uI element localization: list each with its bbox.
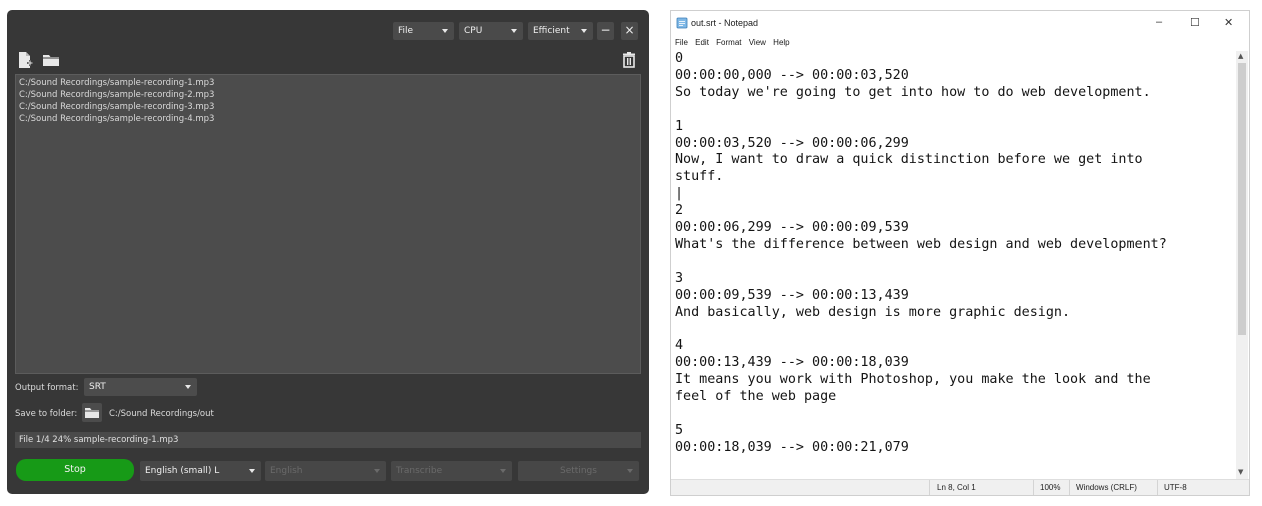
mode-value: File (398, 26, 414, 36)
file-list[interactable]: C:/Sound Recordings/sample-recording-1.m… (15, 74, 641, 374)
device-value: CPU (464, 26, 483, 36)
transcriber-window: File CPU Efficient − × C:/Sound Recordin… (7, 10, 649, 494)
output-format-value: SRT (89, 382, 106, 392)
notepad-window: out.srt - Notepad – ☐ ✕ File Edit Format… (670, 10, 1250, 496)
choose-folder-button[interactable] (82, 403, 102, 422)
output-format-dropdown[interactable]: SRT (84, 378, 197, 396)
divider (1033, 480, 1034, 495)
list-item[interactable]: C:/Sound Recordings/sample-recording-2.m… (19, 89, 637, 101)
minimize-button[interactable]: – (1156, 16, 1162, 28)
progress-status: File 1/4 24% sample-recording-1.mp3 (15, 432, 641, 448)
menu-bar: File Edit Format View Help (675, 38, 795, 50)
chevron-down-icon (442, 29, 448, 33)
divider (1157, 480, 1158, 495)
quality-value: Efficient (533, 26, 570, 36)
device-dropdown[interactable]: CPU (459, 22, 523, 40)
open-folder-icon[interactable] (41, 50, 61, 70)
divider (929, 480, 930, 495)
quality-dropdown[interactable]: Efficient (528, 22, 593, 40)
chevron-down-icon (581, 29, 587, 33)
scroll-down-icon[interactable]: ▼ (1238, 468, 1243, 476)
chevron-down-icon (500, 469, 506, 473)
notepad-icon (676, 17, 688, 29)
chevron-down-icon (511, 29, 517, 33)
scrollbar-thumb[interactable] (1238, 63, 1246, 335)
menu-edit[interactable]: Edit (695, 38, 709, 47)
line-ending: Windows (CRLF) (1076, 483, 1137, 492)
menu-view[interactable]: View (749, 38, 766, 47)
menu-format[interactable]: Format (716, 38, 741, 47)
list-item[interactable]: C:/Sound Recordings/sample-recording-3.m… (19, 101, 637, 113)
chevron-down-icon (627, 469, 633, 473)
close-button[interactable]: ✕ (1224, 16, 1233, 29)
stop-button[interactable]: Stop (16, 459, 134, 481)
title-bar[interactable]: out.srt - Notepad – ☐ ✕ (671, 11, 1249, 35)
document-content[interactable]: 0 00:00:00,000 --> 00:00:03,520 So today… (675, 51, 1235, 457)
trash-icon[interactable] (619, 50, 639, 70)
window-title: out.srt - Notepad (691, 18, 759, 28)
add-file-icon[interactable] (15, 50, 35, 70)
model-value: English (small) L (145, 466, 220, 476)
save-folder-path: C:/Sound Recordings/out (109, 409, 214, 419)
close-button[interactable]: × (621, 22, 638, 40)
mode-dropdown[interactable]: File (393, 22, 454, 40)
menu-file[interactable]: File (675, 38, 688, 47)
chevron-down-icon (185, 385, 191, 389)
language-value: English (270, 466, 303, 476)
menu-help[interactable]: Help (773, 38, 789, 47)
task-dropdown[interactable]: Transcribe (391, 461, 512, 481)
minimize-button[interactable]: − (597, 22, 614, 40)
divider (1069, 480, 1070, 495)
scroll-up-icon[interactable]: ▲ (1238, 52, 1243, 60)
language-dropdown[interactable]: English (265, 461, 386, 481)
encoding: UTF-8 (1164, 483, 1187, 492)
text-editor[interactable]: 0 00:00:00,000 --> 00:00:03,520 So today… (675, 51, 1235, 479)
chevron-down-icon (249, 469, 255, 473)
vertical-scrollbar[interactable]: ▲ ▼ (1236, 51, 1248, 479)
list-item[interactable]: C:/Sound Recordings/sample-recording-1.m… (19, 77, 637, 89)
list-item[interactable]: C:/Sound Recordings/sample-recording-4.m… (19, 113, 637, 125)
settings-button[interactable]: Settings (518, 461, 639, 481)
status-bar: Ln 8, Col 1 100% Windows (CRLF) UTF-8 (671, 479, 1249, 495)
settings-label: Settings (560, 466, 597, 476)
task-value: Transcribe (396, 466, 443, 476)
model-dropdown[interactable]: English (small) L (140, 461, 261, 481)
save-folder-label: Save to folder: (15, 409, 78, 419)
output-format-label: Output format: (15, 383, 79, 393)
zoom-level: 100% (1040, 483, 1061, 492)
folder-icon (85, 408, 99, 418)
maximize-button[interactable]: ☐ (1190, 16, 1200, 29)
chevron-down-icon (374, 469, 380, 473)
cursor-position: Ln 8, Col 1 (937, 483, 976, 492)
